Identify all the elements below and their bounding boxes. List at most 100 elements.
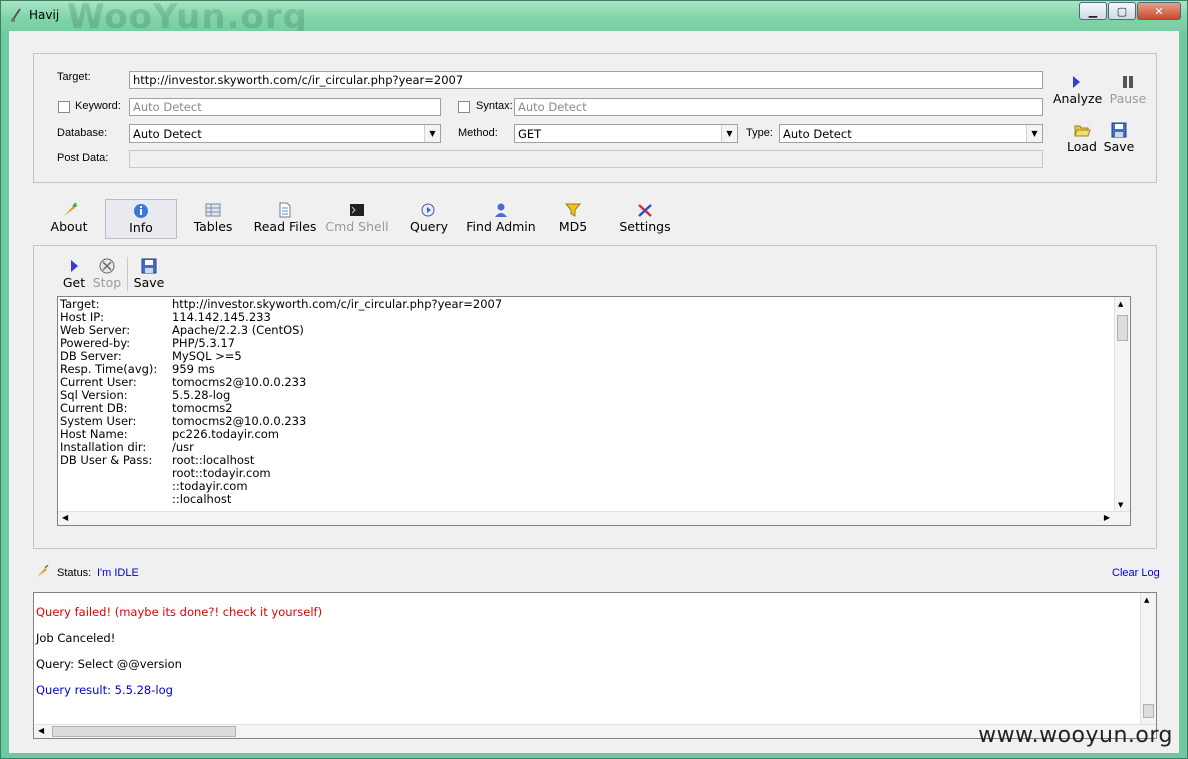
info-row: Target: http://investor.skyworth.com/c/ir… [60,298,502,311]
log-line: Query failed! (maybe its done?! check it… [36,605,323,619]
table-icon [205,203,221,217]
tab-label: Info [129,220,153,235]
log-line: Query: Select @@version [36,657,182,671]
tab-label: About [50,219,88,234]
load-button[interactable]: Load [1063,121,1101,154]
method-select[interactable]: GET ▼ [514,124,738,143]
get-label: Get [62,275,86,290]
tab-find-admin[interactable]: Find Admin [463,199,539,239]
floppy-save-icon [1111,122,1127,138]
analyze-label: Analyze [1053,91,1103,106]
syntax-input[interactable]: Auto Detect [514,98,1043,116]
scroll-up-icon[interactable]: ▲ [1144,596,1149,604]
pause-icon [1123,76,1133,88]
save-info-label: Save [133,275,165,290]
target-input[interactable]: http://investor.skyworth.com/c/ir_circul… [129,71,1043,89]
chevron-down-icon[interactable]: ▼ [721,125,737,142]
tab-md5[interactable]: MD5 [549,199,597,239]
scroll-left-icon[interactable]: ◀ [62,513,68,522]
chevron-down-icon[interactable]: ▼ [1026,125,1042,142]
save-target-label: Save [1103,139,1135,154]
app-window: Havij WooYun.org ▁ ▢ ✕ Target: http://in… [0,0,1188,759]
tab-settings[interactable]: Settings [613,199,677,239]
info-horizontal-scrollbar[interactable]: ◀ ▶ [58,511,1130,525]
info-key [60,480,172,493]
scroll-left-icon[interactable]: ◀ [38,726,44,735]
tab-query[interactable]: Query [403,199,455,239]
pause-button[interactable]: Pause [1107,73,1149,106]
info-rows: Target: http://investor.skyworth.com/c/ir… [60,298,502,506]
tab-label: Find Admin [466,219,536,234]
get-button[interactable]: Get [61,257,87,290]
save-info-button[interactable]: Save [133,257,165,290]
database-value: Auto Detect [133,127,202,141]
method-label: Method: [458,127,498,139]
log-vertical-scrollbar[interactable]: ▲ [1140,593,1156,724]
postdata-input[interactable] [129,150,1043,168]
scroll-thumb[interactable] [52,726,236,737]
method-value: GET [518,127,542,141]
tab-label: Read Files [253,219,317,234]
log-textbox[interactable]: Query failed! (maybe its done?! check it… [33,592,1157,739]
info-icon [134,204,148,218]
scroll-right-icon[interactable]: ▶ [1104,513,1110,522]
keyword-checkbox[interactable] [58,101,70,113]
info-row: ::todayir.com [60,480,502,493]
scroll-thumb[interactable] [1143,704,1154,718]
query-icon [421,203,435,217]
play-icon [1073,76,1080,88]
status-value: I'm IDLE [97,567,139,579]
database-select[interactable]: Auto Detect ▼ [129,124,441,143]
info-textbox[interactable]: Target: http://investor.skyworth.com/c/ir… [57,296,1131,526]
terminal-icon [350,204,364,216]
save-target-button[interactable]: Save [1101,121,1137,154]
tab-tables[interactable]: Tables [185,199,241,239]
carrot-icon [64,202,78,216]
admin-user-icon [495,203,507,217]
target-label: Target: [57,71,91,83]
analyze-button[interactable]: Analyze [1053,73,1103,106]
log-line: Job Canceled! [36,631,116,645]
stop-label: Stop [92,275,122,290]
maximize-button[interactable]: ▢ [1108,2,1136,20]
play-icon [71,260,78,272]
tab-about[interactable]: About [41,199,97,239]
clear-log-link[interactable]: Clear Log [1112,567,1160,579]
scroll-thumb[interactable] [1117,315,1128,341]
stop-icon [99,258,115,274]
tab-label: Cmd Shell [325,219,389,234]
log-line: Query result: 5.5.28-log [36,683,173,697]
info-row: Powered-by: PHP/5.3.17 [60,337,502,350]
tab-info[interactable]: Info [105,199,177,239]
toolbar-separator [127,257,128,291]
tab-label: Tables [193,219,233,234]
window-title: Havij [29,8,60,22]
pause-label: Pause [1109,91,1147,106]
type-value: Auto Detect [783,127,852,141]
minimize-button[interactable]: ▁ [1079,2,1107,20]
chevron-down-icon[interactable]: ▼ [424,125,440,142]
funnel-icon [564,203,582,217]
watermark-text: www.wooyun.org [978,723,1173,748]
postdata-label: Post Data: [57,152,109,164]
tab-cmd-shell[interactable]: Cmd Shell [325,199,389,239]
load-label: Load [1067,139,1097,154]
title-bar[interactable]: Havij WooYun.org ▁ ▢ ✕ [1,0,1187,37]
type-select[interactable]: Auto Detect ▼ [779,124,1043,143]
app-icon [11,8,21,22]
scroll-up-icon[interactable]: ▲ [1118,300,1123,308]
folder-open-icon [1074,125,1091,137]
info-vertical-scrollbar[interactable]: ▲ ▼ [1114,297,1130,511]
floppy-save-icon [141,258,157,274]
info-row: root::todayir.com [60,467,502,480]
scroll-down-icon[interactable]: ▼ [1118,501,1123,509]
syntax-checkbox[interactable] [458,101,470,113]
tools-icon [638,204,652,217]
tab-read-files[interactable]: Read Files [249,199,321,239]
tab-label: Settings [619,219,671,234]
keyword-input[interactable]: Auto Detect [129,98,441,116]
close-button[interactable]: ✕ [1137,2,1181,20]
tab-label: MD5 [558,219,588,234]
stop-button[interactable]: Stop [91,257,123,290]
document-icon [279,202,291,218]
